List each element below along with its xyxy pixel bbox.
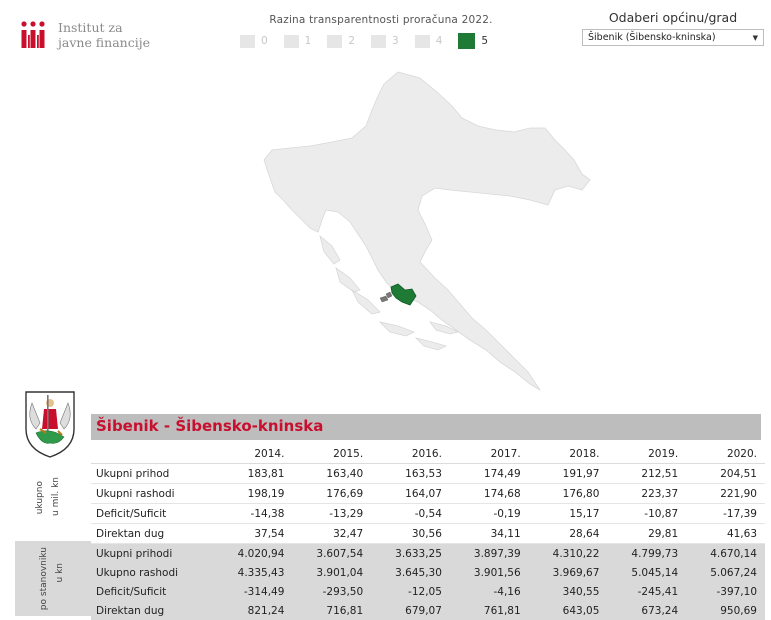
cell-value: 212,51 (607, 463, 687, 484)
cell-value: 4.020,94 (213, 543, 293, 563)
year-header: 2019. (607, 444, 687, 464)
cell-value: 176,80 (528, 483, 608, 504)
row-label: Ukupni prihodi (91, 543, 214, 563)
cell-value: 673,24 (607, 601, 687, 620)
row-label: Direktan dug (91, 601, 214, 620)
cell-value: 29,81 (607, 523, 687, 544)
cell-value: 223,37 (607, 483, 687, 504)
cell-value: -14,38 (213, 503, 293, 524)
cell-value: 37,54 (213, 523, 293, 544)
cell-value: -13,29 (292, 503, 372, 524)
cell-value: -0,19 (449, 503, 529, 524)
year-header: 2020. (686, 444, 765, 464)
cell-value: 183,81 (213, 463, 293, 484)
group-per-capita-line1: po stanovniku (39, 547, 49, 611)
cell-value: 950,69 (686, 601, 765, 620)
cell-value: 3.607,54 (292, 543, 372, 563)
city-header: Šibenik - Šibensko-kninska (91, 414, 761, 440)
cell-value: -314,49 (213, 582, 293, 601)
year-header: 2017. (449, 444, 529, 464)
year-header: 2014. (213, 444, 293, 464)
cell-value: 41,63 (686, 523, 765, 544)
cell-value: 15,17 (528, 503, 608, 524)
cell-value: 3.633,25 (371, 543, 450, 563)
cell-value: 30,56 (371, 523, 450, 544)
cell-value: 4.670,14 (686, 543, 765, 563)
cell-value: -12,05 (371, 582, 450, 601)
cell-value: 174,68 (449, 483, 529, 504)
cell-value: -4,16 (449, 582, 529, 601)
cell-value: 5.067,24 (686, 563, 765, 582)
row-label: Ukupni prihod (91, 463, 214, 484)
table-row: Ukupni rashodi 198,19 176,69 164,07 174,68 17… (91, 483, 765, 504)
group-total-line1: ukupno (35, 481, 45, 515)
cell-value: 643,05 (528, 601, 608, 620)
group-label-per-capita: po stanovniku u kn (15, 541, 91, 616)
row-label: Ukupno rashodi (91, 563, 214, 582)
cell-value: 3.645,30 (371, 563, 450, 582)
cell-value: 164,07 (371, 483, 450, 504)
coat-of-arms-icon (22, 389, 78, 459)
cell-value: 4.310,22 (528, 543, 608, 563)
cell-value: 3.901,04 (292, 563, 372, 582)
croatia-map[interactable] (0, 0, 771, 400)
table-row: Direktan dug 37,54 32,47 30,56 34,11 28,64 29,… (91, 523, 765, 544)
city-title: Šibenik - Šibensko-kninska (96, 417, 324, 435)
cell-value: 4.335,43 (213, 563, 293, 582)
cell-value: 821,24 (213, 601, 293, 620)
table-row: Ukupni prihodi 4.020,94 3.607,54 3.633,25 3.… (91, 543, 765, 563)
cell-value: -293,50 (292, 582, 372, 601)
cell-value: 761,81 (449, 601, 529, 620)
cell-value: 163,53 (371, 463, 450, 484)
cell-value: -245,41 (607, 582, 687, 601)
cell-value: 204,51 (686, 463, 765, 484)
row-label: Ukupni rashodi (91, 483, 214, 504)
group-total-line2: u mil. kn (51, 477, 61, 516)
cell-value: 163,40 (292, 463, 372, 484)
row-label: Direktan dug (91, 523, 214, 544)
group-per-capita-line2: u kn (55, 563, 65, 583)
cell-value: 32,47 (292, 523, 372, 544)
cell-value: -17,39 (686, 503, 765, 524)
year-header: 2018. (528, 444, 608, 464)
cell-value: 3.897,39 (449, 543, 529, 563)
cell-value: -397,10 (686, 582, 765, 601)
cell-value: 716,81 (292, 601, 372, 620)
cell-value: 176,69 (292, 483, 372, 504)
table-row: Ukupni prihod 183,81 163,40 163,53 174,49 191… (91, 463, 765, 484)
cell-value: 3.901,56 (449, 563, 529, 582)
table-row: Deficit/Suficit -14,38 -13,29 -0,54 -0,19 15,… (91, 503, 765, 524)
cell-value: 3.969,67 (528, 563, 608, 582)
budget-table: 2014. 2015. 2016. 2017. 2018. 2019. 2020. Ukupn… (91, 444, 765, 620)
group-label-total: ukupno u mil. kn (15, 463, 91, 541)
cell-value: 174,49 (449, 463, 529, 484)
cell-value: 34,11 (449, 523, 529, 544)
year-header: 2015. (292, 444, 372, 464)
table-row: Direktan dug 821,24 716,81 679,07 761,81 643,… (91, 601, 765, 620)
table-header-row: 2014. 2015. 2016. 2017. 2018. 2019. 2020. (91, 444, 765, 464)
cell-value: 5.045,14 (607, 563, 687, 582)
cell-value: 679,07 (371, 601, 450, 620)
cell-value: -10,87 (607, 503, 687, 524)
cell-value: 4.799,73 (607, 543, 687, 563)
cell-value: 221,90 (686, 483, 765, 504)
row-label: Deficit/Suficit (91, 503, 214, 524)
cell-value: 191,97 (528, 463, 608, 484)
table-row: Deficit/Suficit -314,49 -293,50 -12,05 -4,16… (91, 582, 765, 601)
table-row: Ukupno rashodi 4.335,43 3.901,04 3.645,30 3.… (91, 563, 765, 582)
year-header: 2016. (371, 444, 450, 464)
cell-value: 198,19 (213, 483, 293, 504)
sibenik-islands (379, 291, 393, 303)
table-header-blank (91, 444, 214, 464)
cell-value: 28,64 (528, 523, 608, 544)
cell-value: 340,55 (528, 582, 608, 601)
row-label: Deficit/Suficit (91, 582, 214, 601)
cell-value: -0,54 (371, 503, 450, 524)
